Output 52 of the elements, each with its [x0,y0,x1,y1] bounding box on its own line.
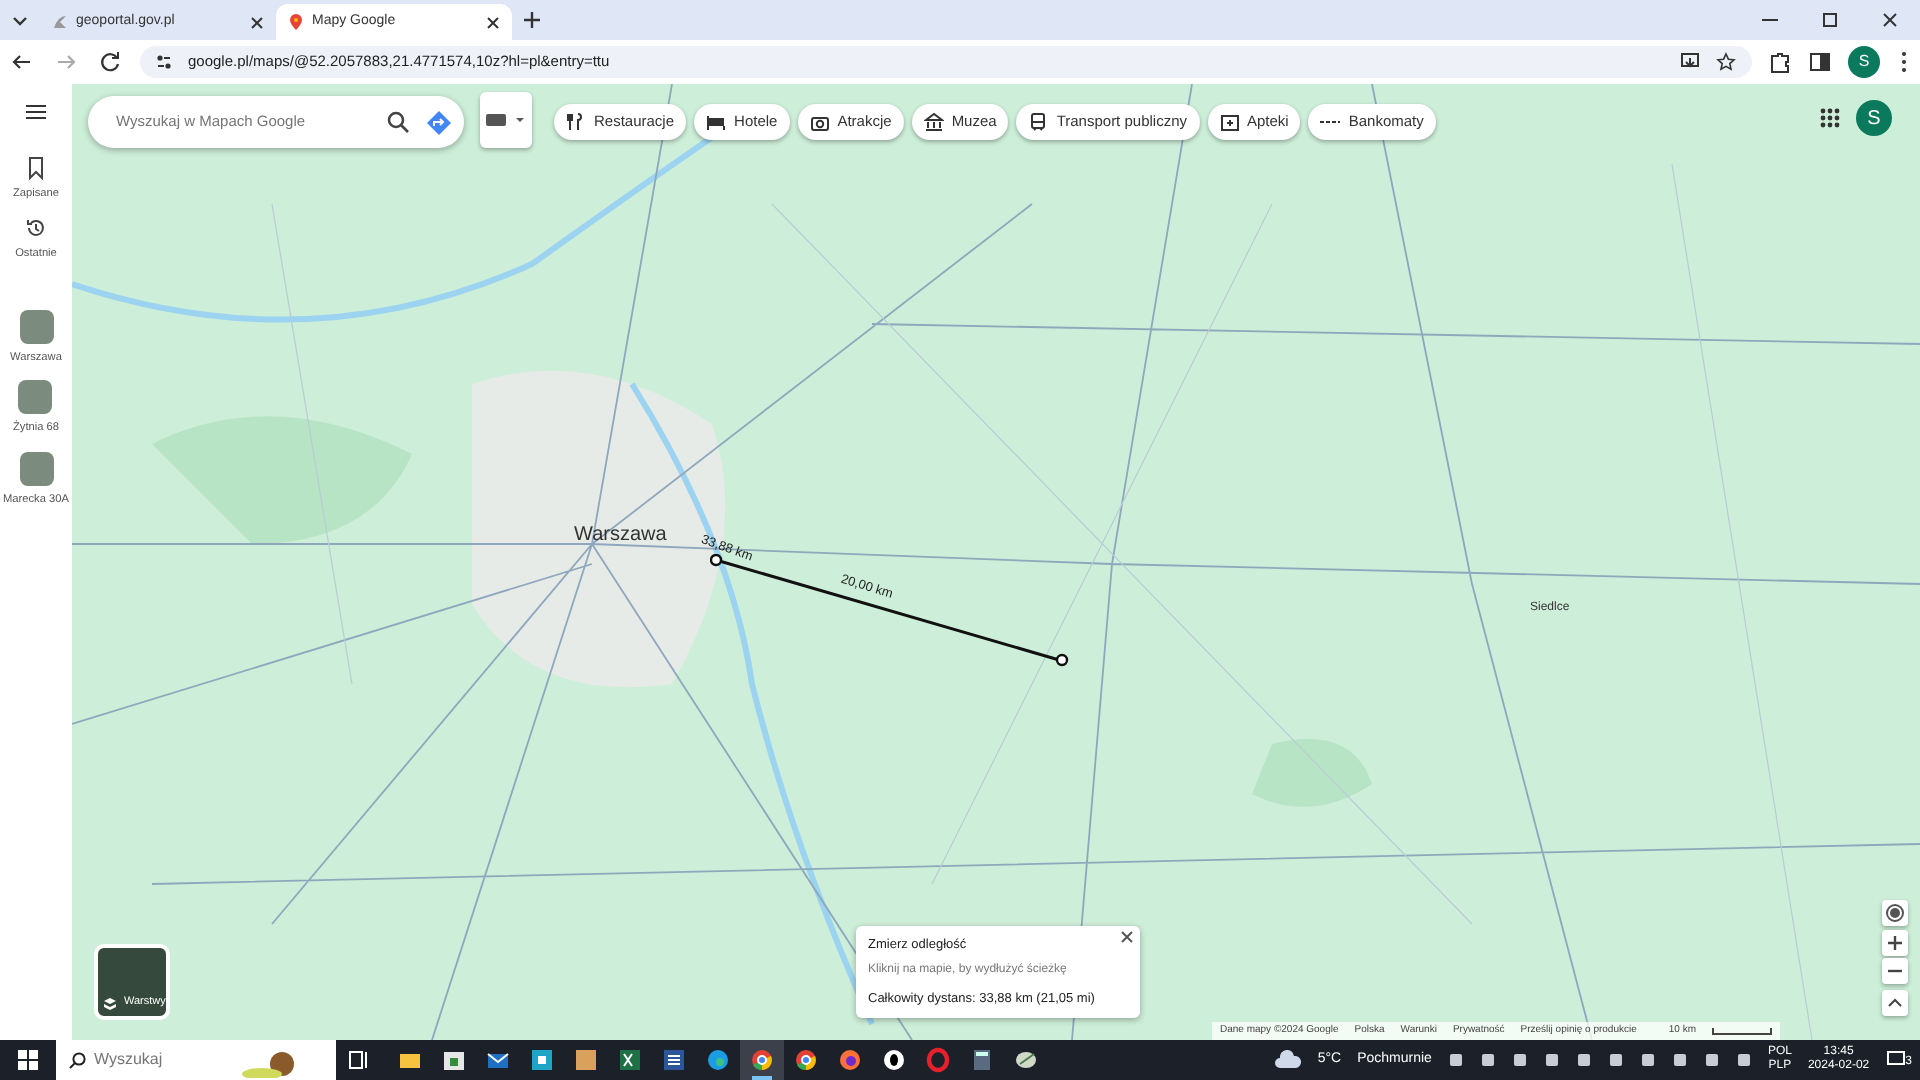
square-app-icon[interactable] [526,1044,558,1076]
scale-bar-icon [1712,1026,1772,1036]
camera-icon [809,112,830,132]
spreadsheet-icon[interactable] [614,1044,646,1076]
photo-placeholder [19,309,53,344]
bus-icon [1028,112,1049,132]
close-icon[interactable] [250,15,264,29]
layers-icon [104,998,116,1010]
photo-placeholder [18,380,53,415]
ring-icon[interactable] [878,1044,910,1076]
menu-icon[interactable] [1896,48,1912,76]
profile-avatar[interactable]: S [1848,46,1880,78]
star-icon[interactable] [1716,52,1736,72]
taskbar-search-bar[interactable]: Wyszukaj [56,1040,336,1080]
apps-grid-icon[interactable] [1820,108,1840,128]
site-icon [52,14,68,30]
account-avatar[interactable]: S [1856,100,1892,136]
close-icon [1120,930,1134,944]
bed-icon [706,112,727,132]
puzzle-icon[interactable] [1768,50,1792,74]
chrome-icon[interactable] [790,1044,822,1076]
reload-icon[interactable] [96,48,124,76]
locate-icon[interactable] [1882,900,1908,926]
pharmacy-icon [1219,112,1239,132]
close-icon[interactable] [486,15,500,29]
bookmark-icon [25,156,46,180]
install-icon[interactable] [1680,52,1700,72]
menu-icon[interactable] [24,100,48,124]
cloud-icon [1273,1050,1302,1070]
side-panel-icon[interactable] [1808,50,1832,74]
place-label: Warszawa [574,522,667,550]
directions-icon[interactable] [426,109,452,135]
search-input[interactable]: Wyszukaj [94,1048,234,1072]
keyboard-icon [486,112,506,128]
transit-layer-toggle[interactable] [480,92,532,148]
zoom-in-icon[interactable] [1882,930,1908,956]
site-settings-icon[interactable] [156,54,172,70]
search-icon [68,1051,86,1069]
cutlery-icon [566,112,586,132]
fox-icon[interactable] [834,1044,866,1076]
close-button[interactable] [1120,930,1134,944]
notification-icon [1885,1050,1906,1070]
caret-icon [514,114,526,126]
history-icon [24,216,48,241]
map-pin-icon [288,14,304,30]
photo-placeholder [19,451,53,486]
museum-icon [923,112,944,132]
chrome-icon[interactable] [746,1044,778,1076]
wave-icon[interactable] [702,1044,734,1076]
search-icon[interactable] [386,110,410,134]
media-icon[interactable] [570,1044,602,1076]
document-icon[interactable] [658,1044,690,1076]
